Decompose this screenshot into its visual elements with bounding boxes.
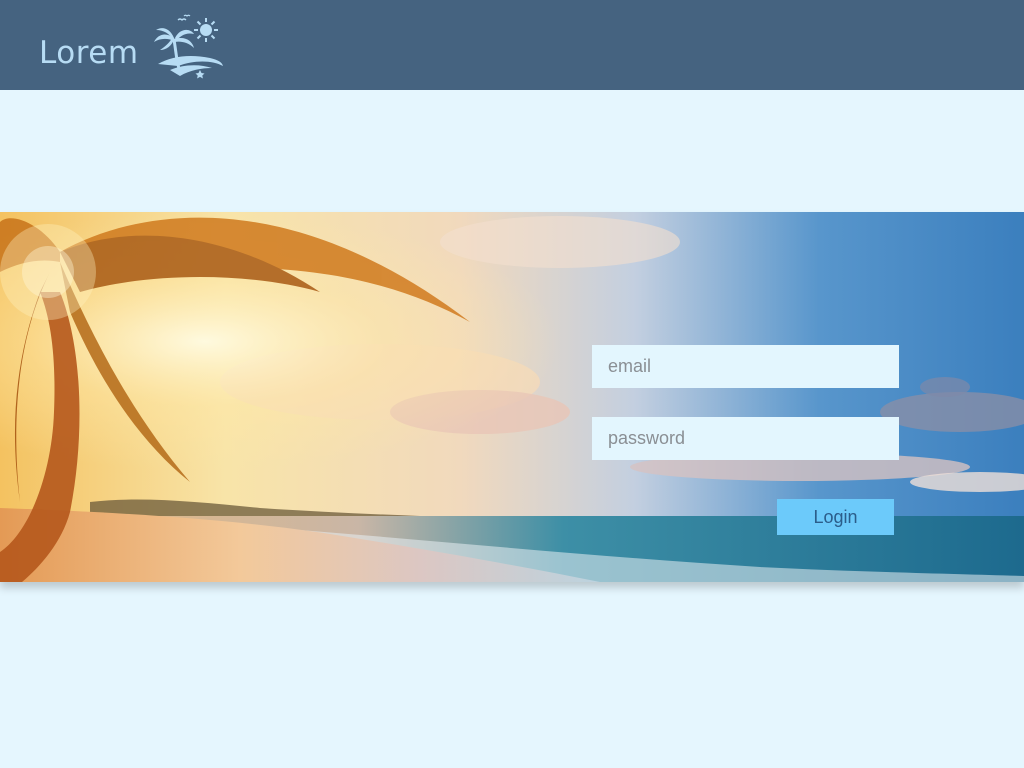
password-input[interactable] — [592, 417, 899, 460]
palm-tree-logo-icon[interactable] — [150, 14, 224, 82]
site-header: Lorem — [0, 0, 1024, 90]
logo-text[interactable]: Lorem — [39, 33, 139, 73]
login-button[interactable]: Login — [777, 499, 894, 535]
email-input[interactable] — [592, 345, 899, 388]
